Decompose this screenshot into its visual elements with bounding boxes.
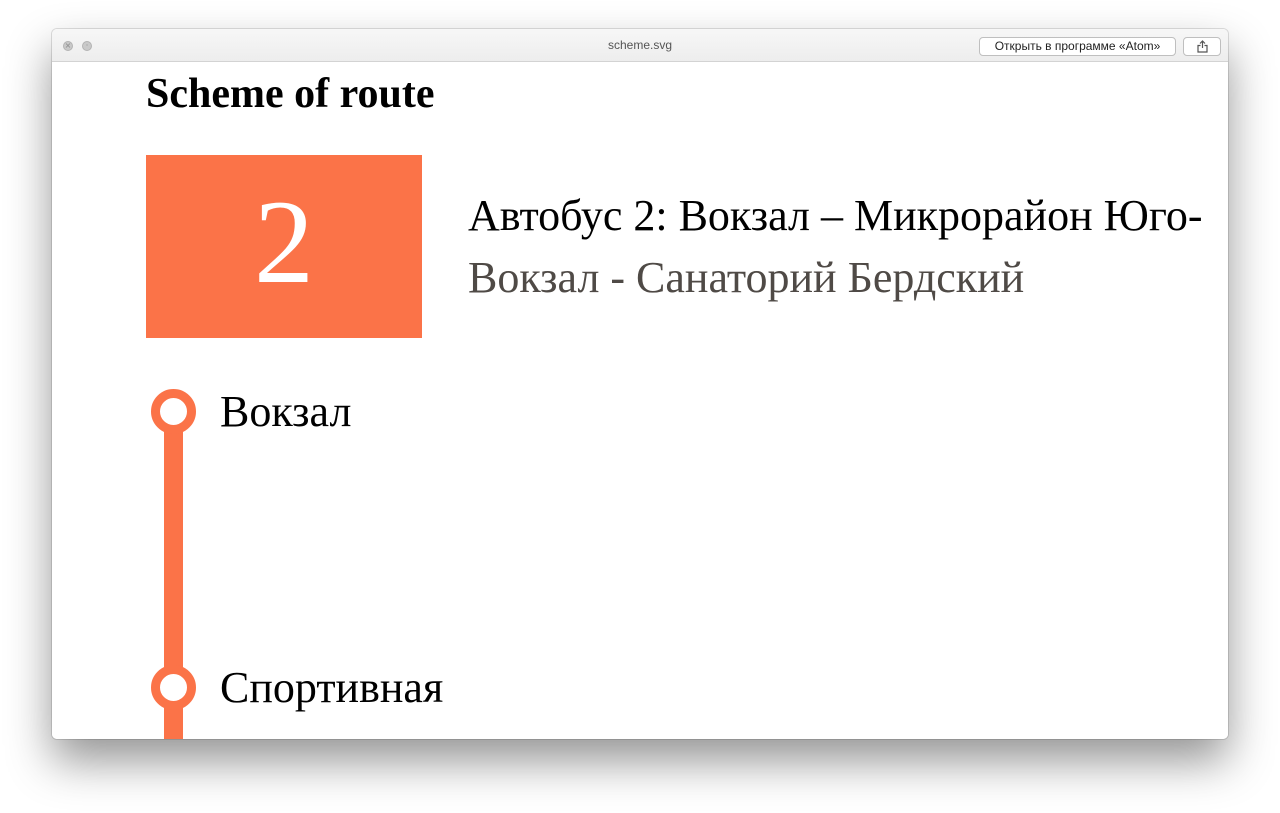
route-number: 2 — [254, 175, 314, 308]
share-button[interactable] — [1183, 37, 1221, 56]
stop-marker — [151, 389, 196, 434]
browser-window: × · scheme.svg Открыть в программе «Atom… — [52, 29, 1228, 739]
route-number-badge: 2 — [146, 155, 422, 338]
stop-name: Вокзал — [220, 387, 352, 436]
route-stops-summary: Вокзал - Санаторий Бердский — [468, 253, 1025, 302]
open-in-atom-button[interactable]: Открыть в программе «Atom» — [979, 37, 1176, 56]
title-bar: × · scheme.svg Открыть в программе «Atom… — [52, 29, 1228, 62]
stop-marker — [151, 665, 196, 710]
route-name: Автобус 2: Вокзал – Микрорайон Юго- — [468, 191, 1203, 240]
stop-name: Спортивная — [220, 663, 444, 712]
svg-viewer-content: Scheme of route 2 Автобус 2: Вокзал – Ми… — [52, 62, 1228, 739]
page-title: Scheme of route — [146, 71, 435, 117]
share-icon — [1197, 40, 1208, 53]
